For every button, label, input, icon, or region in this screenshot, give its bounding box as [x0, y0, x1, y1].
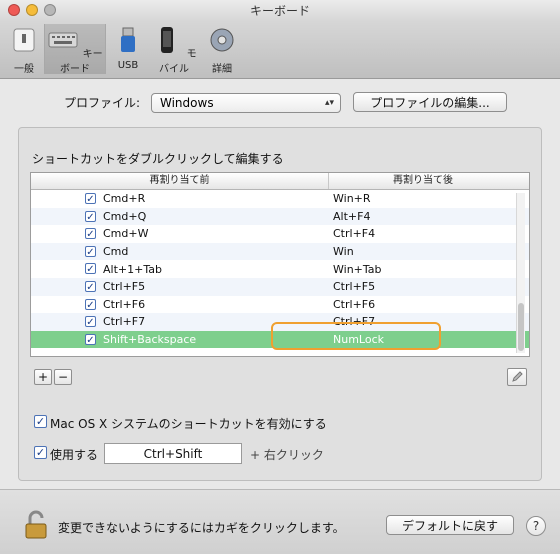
edit-pencil-button[interactable]: [507, 368, 527, 386]
keyboard-icon: [48, 32, 78, 48]
modifier-field[interactable]: Ctrl+Shift: [104, 443, 242, 464]
lock-text: 変更できないようにするにはカギをクリックします。: [58, 521, 345, 535]
row-before: Shift+Backspace: [103, 333, 197, 347]
row-after: Win+Tab: [333, 262, 382, 276]
checkbox[interactable]: ✓: [85, 245, 96, 258]
column-header-after[interactable]: 再割り当て後: [329, 173, 517, 189]
scrollbar[interactable]: [516, 193, 525, 353]
pencil-icon: [512, 371, 523, 382]
column-header-before[interactable]: 再割り当て前: [31, 173, 329, 189]
checkbox[interactable]: ✓: [85, 333, 96, 346]
row-before: Ctrl+F7: [103, 315, 146, 329]
window-title: キーボード: [249, 4, 310, 18]
row-after: Win+R: [333, 192, 371, 206]
window: キーボード 一般 キーボード USB モバイル 詳細 プロファイル: Windo…: [0, 0, 560, 554]
profile-label: プロファイル:: [64, 96, 141, 110]
right-click-label: + 右クリック: [250, 448, 324, 462]
row-before: Ctrl+F5: [103, 280, 146, 294]
table-row[interactable]: ✓ Cmd+Q Alt+F4: [31, 207, 529, 226]
minimize-button[interactable]: [26, 4, 38, 16]
table-header: 再割り当て前 再割り当て後: [31, 173, 529, 190]
profile-select-value: Windows: [160, 96, 214, 110]
zoom-button[interactable]: [44, 4, 56, 16]
table-row[interactable]: ✓ Cmd+W Ctrl+F4: [31, 225, 529, 243]
add-button[interactable]: +: [34, 369, 52, 385]
remove-button[interactable]: −: [54, 369, 72, 385]
row-after: Ctrl+F4: [333, 227, 376, 241]
footer: 変更できないようにするにはカギをクリックします。 デフォルトに戻す ?: [0, 489, 560, 554]
titlebar: キーボード: [0, 0, 560, 22]
checkbox[interactable]: ✓: [85, 263, 96, 275]
use-modifier-checkbox[interactable]: ✓: [34, 446, 47, 459]
table-row[interactable]: ✓ Ctrl+F6 Ctrl+F6: [31, 296, 529, 314]
profile-select[interactable]: Windows ▴▾: [151, 93, 341, 113]
macos-shortcuts-label: Mac OS X システムのショートカットを有効にする: [50, 417, 327, 431]
row-after: Ctrl+F6: [333, 297, 376, 311]
row-after: Win: [333, 245, 354, 259]
usb-icon: [121, 27, 135, 52]
checkbox[interactable]: ✓: [85, 298, 96, 311]
row-after: Alt+F4: [333, 209, 371, 223]
table-row[interactable]: ✓ Cmd+R Win+R: [31, 190, 529, 208]
checkbox[interactable]: ✓: [85, 210, 96, 223]
toolbar-keyboard[interactable]: キーボード: [44, 24, 106, 75]
toolbar-general-label: 一般: [14, 64, 34, 75]
table-row[interactable]: ✓ Cmd Win: [31, 242, 529, 261]
toolbar-usb-label: USB: [117, 60, 139, 71]
use-label: 使用する: [50, 448, 99, 462]
toolbar-mobile[interactable]: モバイル: [150, 24, 198, 75]
gear-icon: [210, 28, 234, 52]
toolbar-advanced-label: 詳細: [212, 64, 232, 75]
highlight-annotation: [271, 322, 441, 350]
table-row[interactable]: ✓ Ctrl+F5 Ctrl+F5: [31, 277, 529, 296]
row-after: Ctrl+F5: [333, 280, 376, 294]
switch-icon: [13, 28, 35, 52]
row-before: Cmd+R: [103, 192, 146, 206]
restore-defaults-button[interactable]: デフォルトに戻す: [386, 515, 514, 535]
shortcuts-section-title: ショートカットをダブルクリックして編集する: [32, 152, 284, 166]
row-before: Cmd: [103, 245, 129, 259]
row-before: Cmd+W: [103, 227, 149, 241]
toolbar: 一般 キーボード USB モバイル 詳細: [0, 22, 560, 79]
toolbar-usb[interactable]: USB: [112, 24, 144, 74]
lock-icon[interactable]: [24, 510, 48, 540]
traffic-lights: [8, 4, 56, 16]
macos-shortcuts-checkbox[interactable]: ✓: [34, 415, 47, 428]
row-before: Ctrl+F6: [103, 297, 146, 311]
row-before: Cmd+Q: [103, 209, 147, 223]
checkbox[interactable]: ✓: [85, 228, 96, 240]
toolbar-general[interactable]: 一般: [8, 24, 40, 75]
checkbox[interactable]: ✓: [85, 280, 96, 293]
checkbox[interactable]: ✓: [85, 193, 96, 205]
iphone-icon: [161, 27, 174, 53]
toolbar-advanced[interactable]: 詳細: [204, 24, 240, 75]
close-button[interactable]: [8, 4, 20, 16]
row-before: Alt+1+Tab: [103, 262, 162, 276]
updown-arrows-icon: ▴▾: [324, 98, 334, 108]
scrollbar-thumb[interactable]: [518, 303, 524, 351]
table-row[interactable]: ✓ Alt+1+Tab Win+Tab: [31, 260, 529, 278]
checkbox[interactable]: ✓: [85, 316, 96, 328]
edit-profile-button[interactable]: プロファイルの編集...: [353, 92, 507, 112]
help-button[interactable]: ?: [526, 516, 546, 536]
